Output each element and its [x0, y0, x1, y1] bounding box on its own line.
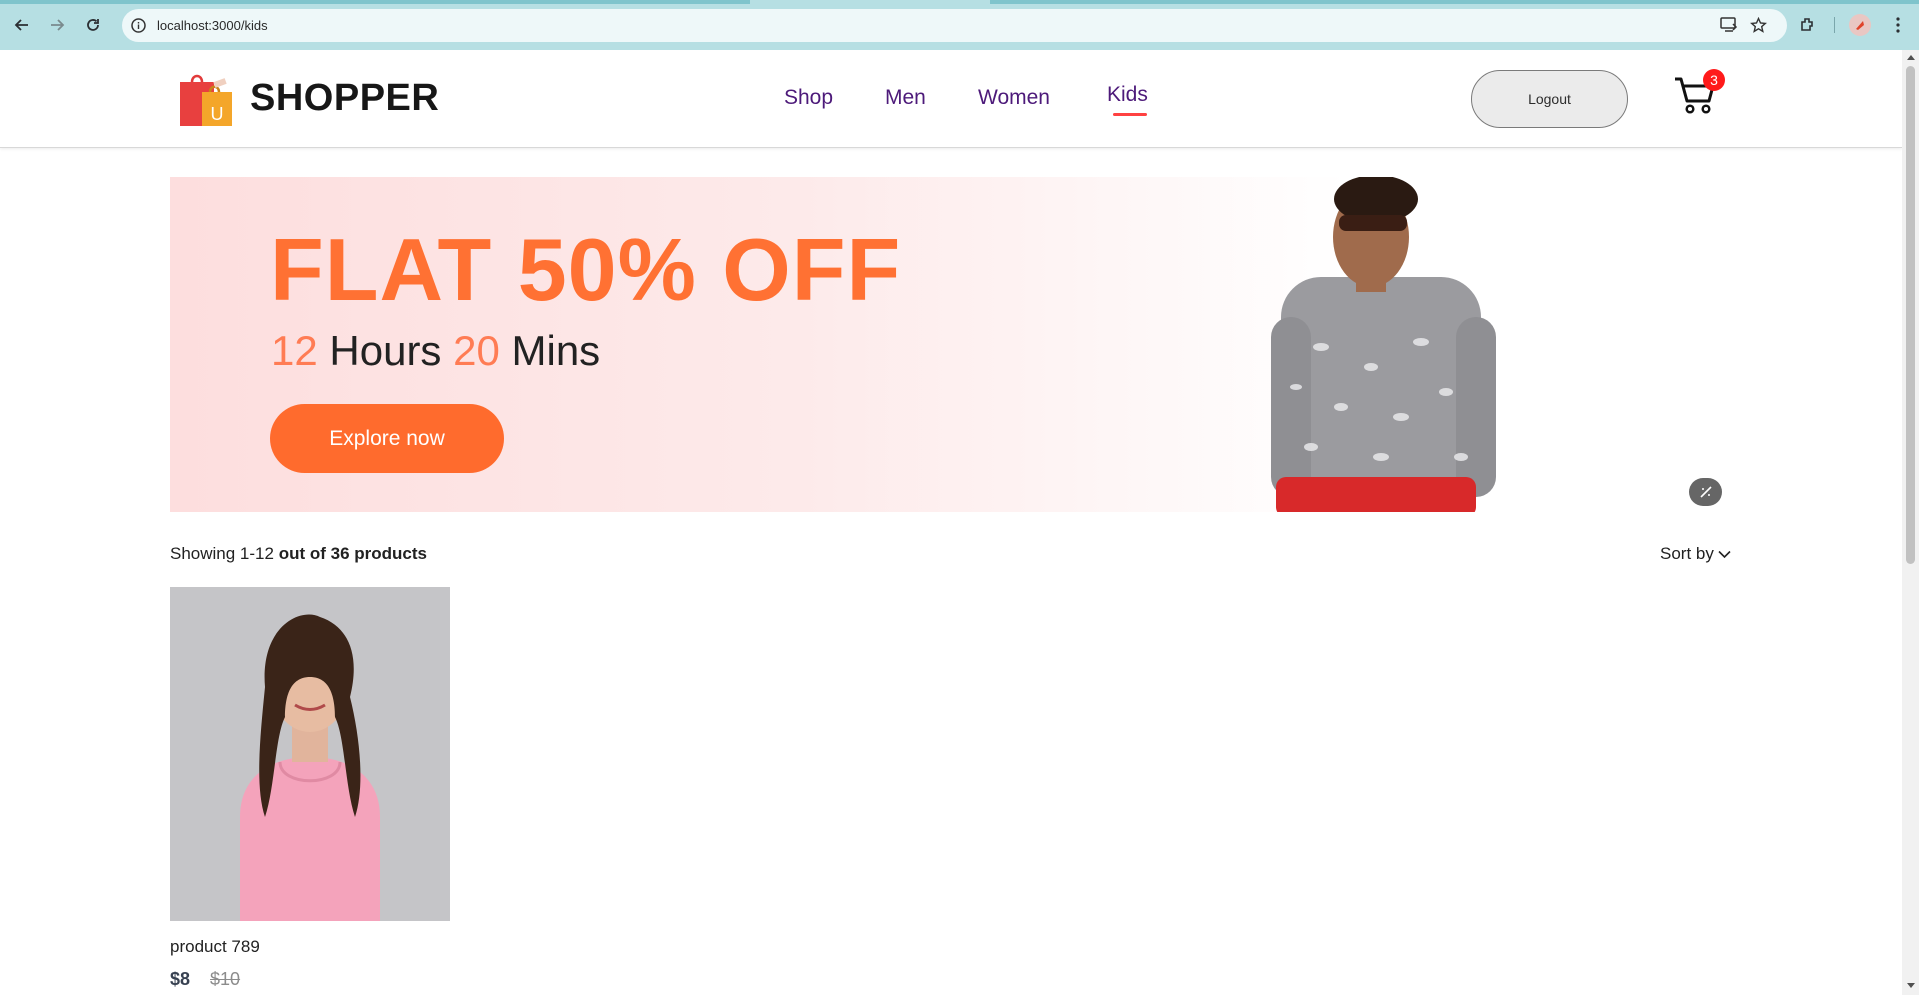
sort-label: Sort by: [1660, 544, 1714, 563]
scrollbar-thumb[interactable]: [1906, 66, 1915, 564]
install-app-icon[interactable]: [1716, 12, 1742, 38]
reload-icon[interactable]: [80, 12, 106, 38]
logo[interactable]: U SHOPPER: [176, 68, 439, 128]
results-total: out of 36 products: [278, 544, 427, 563]
logo-text[interactable]: SHOPPER: [250, 77, 439, 120]
scroll-up-icon[interactable]: [1907, 55, 1915, 60]
browser-chrome: localhost:3000/kids: [0, 0, 1919, 50]
sort-dropdown[interactable]: Sort by: [1660, 544, 1731, 564]
product-card[interactable]: product 789 $8 $10: [170, 587, 450, 990]
results-range: Showing 1-12: [170, 544, 274, 563]
scroll-down-icon[interactable]: [1907, 983, 1915, 988]
browser-menu-icon[interactable]: [1885, 12, 1911, 38]
product-old-price: $10: [210, 969, 241, 989]
hero-banner: FLAT 50% OFF 12 Hours 20 Mins Explore no…: [170, 177, 1740, 512]
product-name[interactable]: product 789: [170, 937, 450, 957]
back-icon[interactable]: [9, 12, 35, 38]
active-nav-underline: [1113, 113, 1147, 116]
address-bar[interactable]: localhost:3000/kids: [122, 9, 1787, 42]
hours-label: Hours: [329, 327, 442, 374]
nav-item-women[interactable]: Women: [978, 86, 1050, 110]
shopping-bag-logo-icon: U: [180, 74, 232, 126]
bookmark-star-icon[interactable]: [1745, 12, 1771, 38]
chevron-down-icon: [1718, 550, 1731, 558]
product-model-image: [170, 587, 450, 921]
price-row: $8 $10: [170, 969, 450, 990]
forward-icon[interactable]: [44, 12, 70, 38]
product-image[interactable]: [170, 587, 450, 921]
nav-item-men[interactable]: Men: [885, 86, 926, 110]
site-info-icon[interactable]: [130, 17, 147, 34]
page-scrollbar[interactable]: [1902, 50, 1919, 995]
nav-item-shop[interactable]: Shop: [784, 86, 833, 110]
url-text[interactable]: localhost:3000/kids: [157, 18, 268, 33]
results-count: Showing 1-12 out of 36 products: [170, 544, 427, 564]
navbar: U SHOPPER Shop Men Women Kids Logout 3: [0, 50, 1902, 148]
magic-edit-icon[interactable]: [1689, 478, 1722, 506]
logo-bag-letter: U: [211, 104, 224, 124]
hero-model-image: [1271, 177, 1496, 512]
product-new-price: $8: [170, 969, 191, 989]
tab-strip: [0, 0, 750, 4]
page: U SHOPPER Shop Men Women Kids Logout 3 F…: [0, 50, 1902, 995]
banner-title: FLAT 50% OFF: [270, 220, 902, 319]
banner-countdown: 12 Hours 20 Mins: [271, 327, 600, 375]
mins-label: Mins: [511, 327, 601, 374]
mins-value: 20: [453, 327, 500, 374]
explore-now-button[interactable]: Explore now: [270, 404, 504, 473]
logout-button[interactable]: Logout: [1471, 70, 1628, 128]
profile-avatar[interactable]: [1849, 14, 1871, 36]
nav-item-kids[interactable]: Kids: [1107, 83, 1148, 107]
tab-strip: [990, 0, 1919, 4]
extensions-icon[interactable]: [1795, 12, 1821, 38]
toolbar-separator: [1834, 17, 1835, 33]
hours-value: 12: [271, 327, 318, 374]
cart-count-badge: 3: [1703, 69, 1725, 91]
